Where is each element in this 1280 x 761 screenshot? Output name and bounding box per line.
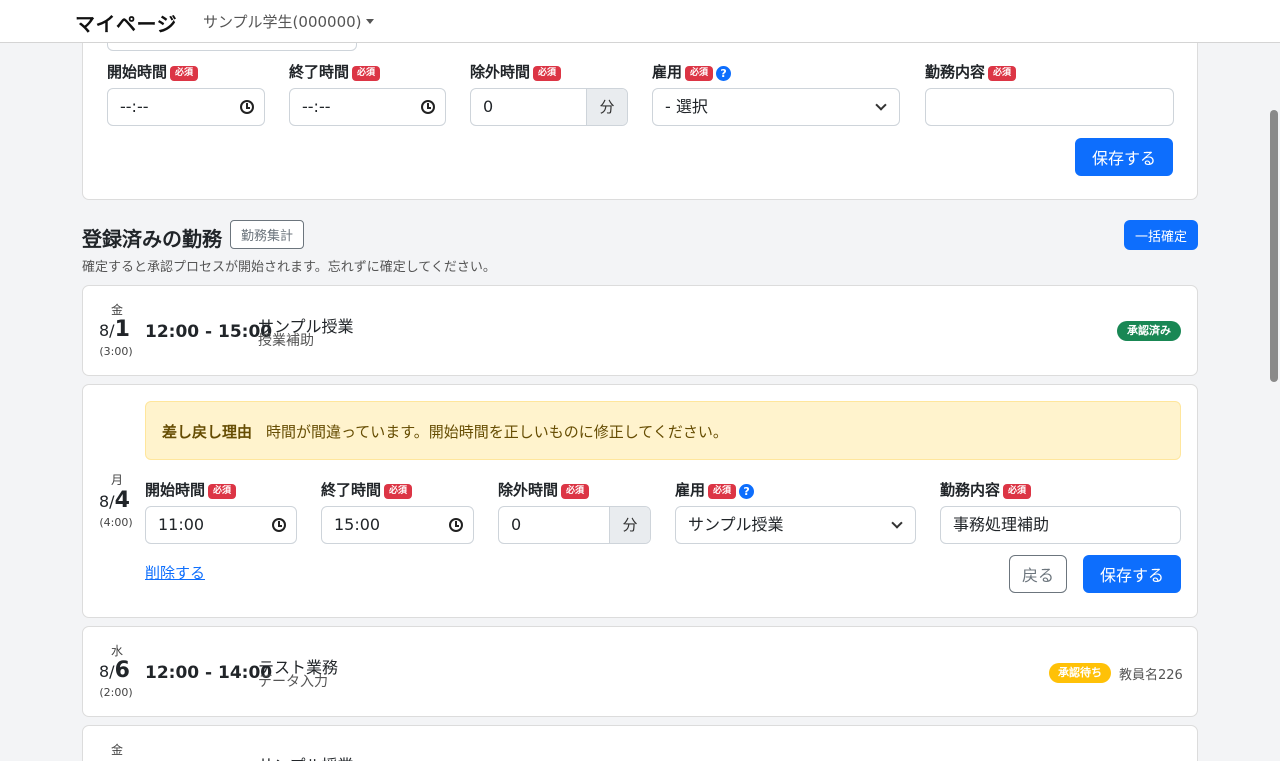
work-entry-card[interactable]: 水 8/6 (2:00) 12:00 - 14:00 テスト業務 データ入力 承… bbox=[82, 626, 1198, 717]
entry-task-name: 授業補助 bbox=[258, 333, 314, 349]
delete-link[interactable]: 削除する bbox=[145, 562, 205, 583]
employment-select-value: サンプル授業 bbox=[688, 515, 784, 534]
start-time-label: 開始時間 必須 bbox=[107, 61, 199, 82]
entry-duration: (3:00) bbox=[99, 345, 133, 358]
end-time-label: 終了時間 必須 bbox=[289, 61, 381, 82]
end-time-input[interactable]: 15:00 bbox=[321, 506, 474, 544]
day-of-week: 水 bbox=[110, 644, 123, 658]
start-time-input[interactable]: --:-- bbox=[107, 88, 265, 126]
required-badge: 必須 bbox=[1003, 484, 1032, 499]
start-time-value: --:-- bbox=[120, 97, 149, 116]
start-time-label: 開始時間 必須 bbox=[145, 479, 237, 500]
approver-name: 教員名226 bbox=[1119, 668, 1183, 683]
chevron-down-icon bbox=[891, 517, 903, 529]
work-content-input[interactable]: 事務処理補助 bbox=[940, 506, 1181, 544]
alert-title: 差し戻し理由 bbox=[162, 423, 253, 441]
save-button[interactable]: 保存する bbox=[1083, 555, 1181, 593]
chevron-down-icon bbox=[875, 99, 887, 111]
exclude-time-input[interactable]: 0 分 bbox=[498, 506, 651, 544]
required-badge: 必須 bbox=[170, 66, 199, 81]
new-entry-card: 開始時間 必須 終了時間 必須 除外時間 必須 雇用 必須? 勤務内容 必須 --:-- … bbox=[82, 11, 1198, 200]
end-time-value: --:-- bbox=[302, 97, 331, 116]
required-badge: 必須 bbox=[988, 66, 1017, 81]
status-badge: 承認待ち bbox=[1049, 663, 1111, 683]
entry-task-name: データ入力 bbox=[258, 674, 328, 690]
entry-date: 8/6 bbox=[99, 658, 130, 683]
work-entry-card[interactable]: 金 8/1 (3:00) 12:00 - 15:00 サンプル授業 授業補助 承… bbox=[82, 285, 1198, 376]
help-icon[interactable]: ? bbox=[739, 484, 755, 499]
clock-icon[interactable] bbox=[272, 518, 286, 532]
entry-duration: (4:00) bbox=[99, 516, 133, 529]
required-badge: 必須 bbox=[533, 66, 562, 81]
help-icon[interactable]: ? bbox=[716, 66, 732, 81]
entry-duration: (2:00) bbox=[99, 686, 133, 699]
employment-label: 雇用 必須? bbox=[652, 61, 732, 82]
bulk-confirm-button[interactable]: 一括確定 bbox=[1124, 220, 1198, 250]
required-badge: 必須 bbox=[208, 484, 237, 499]
required-badge: 必須 bbox=[384, 484, 413, 499]
exclude-time-value: 0 bbox=[483, 97, 494, 116]
work-content-input[interactable] bbox=[925, 88, 1174, 126]
top-navbar: マイページ サンプル学生(000000) bbox=[0, 0, 1280, 43]
entry-date: 8/1 bbox=[99, 317, 130, 342]
user-menu-label: サンプル学生(000000) bbox=[203, 13, 362, 31]
minute-unit-addon: 分 bbox=[609, 507, 650, 543]
entry-time-range: 12:00 - 15:00 bbox=[145, 322, 273, 342]
clock-icon[interactable] bbox=[421, 100, 435, 114]
required-badge: 必須 bbox=[352, 66, 381, 81]
entry-job-name: サンプル授業 bbox=[258, 752, 354, 761]
end-time-input[interactable]: --:-- bbox=[289, 88, 446, 126]
day-of-week: 金 bbox=[110, 743, 123, 757]
user-menu-dropdown[interactable]: サンプル学生(000000) bbox=[203, 11, 374, 32]
work-content-label: 勤務内容 必須 bbox=[940, 479, 1032, 500]
day-of-week: 月 bbox=[110, 473, 123, 487]
start-time-input[interactable]: 11:00 bbox=[145, 506, 297, 544]
exclude-time-value: 0 bbox=[511, 515, 522, 534]
registered-section-description: 確定すると承認プロセスが開始されます。忘れずに確定してください。 bbox=[82, 260, 496, 275]
entry-time-range: 12:00 - 14:00 bbox=[145, 663, 273, 683]
return-reason-alert: 差し戻し理由 時間が間違っています。開始時間を正しいものに修正してください。 bbox=[145, 401, 1181, 460]
brand-title[interactable]: マイページ bbox=[75, 8, 177, 37]
exclude-time-label: 除外時間 必須 bbox=[498, 479, 590, 500]
exclude-time-label: 除外時間 必須 bbox=[470, 61, 562, 82]
alert-text: 時間が間違っています。開始時間を正しいものに修正してください。 bbox=[266, 423, 728, 441]
end-time-label: 終了時間 必須 bbox=[321, 479, 413, 500]
clock-icon[interactable] bbox=[449, 518, 463, 532]
work-content-value: 事務処理補助 bbox=[953, 515, 1050, 534]
day-of-week: 金 bbox=[110, 303, 123, 317]
back-button[interactable]: 戻る bbox=[1009, 555, 1067, 593]
work-content-label: 勤務内容 必須 bbox=[925, 61, 1017, 82]
status-badge: 承認済み bbox=[1117, 321, 1181, 341]
work-entry-card[interactable]: 金 サンプル授業 bbox=[82, 725, 1198, 761]
start-time-value: 11:00 bbox=[158, 515, 205, 534]
entry-date: 8/4 bbox=[99, 488, 130, 513]
save-button[interactable]: 保存する bbox=[1075, 138, 1173, 176]
employment-label: 雇用 必須? bbox=[675, 479, 755, 500]
caret-down-icon bbox=[365, 19, 374, 24]
exclude-time-input[interactable]: 0 分 bbox=[470, 88, 628, 126]
clock-icon[interactable] bbox=[240, 100, 254, 114]
required-badge: 必須 bbox=[708, 484, 737, 499]
minute-unit-addon: 分 bbox=[586, 89, 627, 125]
employment-select-value: - 選択 bbox=[665, 97, 708, 116]
employment-select[interactable]: サンプル授業 bbox=[675, 506, 916, 544]
work-entry-edit-card: 差し戻し理由 時間が間違っています。開始時間を正しいものに修正してください。 月… bbox=[82, 384, 1198, 618]
registered-section-title: 登録済みの勤務 bbox=[82, 227, 222, 251]
required-badge: 必須 bbox=[685, 66, 714, 81]
end-time-value: 15:00 bbox=[334, 515, 381, 534]
page-scrollbar[interactable] bbox=[1270, 110, 1278, 382]
work-summary-button[interactable]: 勤務集計 bbox=[230, 220, 304, 249]
required-badge: 必須 bbox=[561, 484, 590, 499]
employment-select[interactable]: - 選択 bbox=[652, 88, 900, 126]
